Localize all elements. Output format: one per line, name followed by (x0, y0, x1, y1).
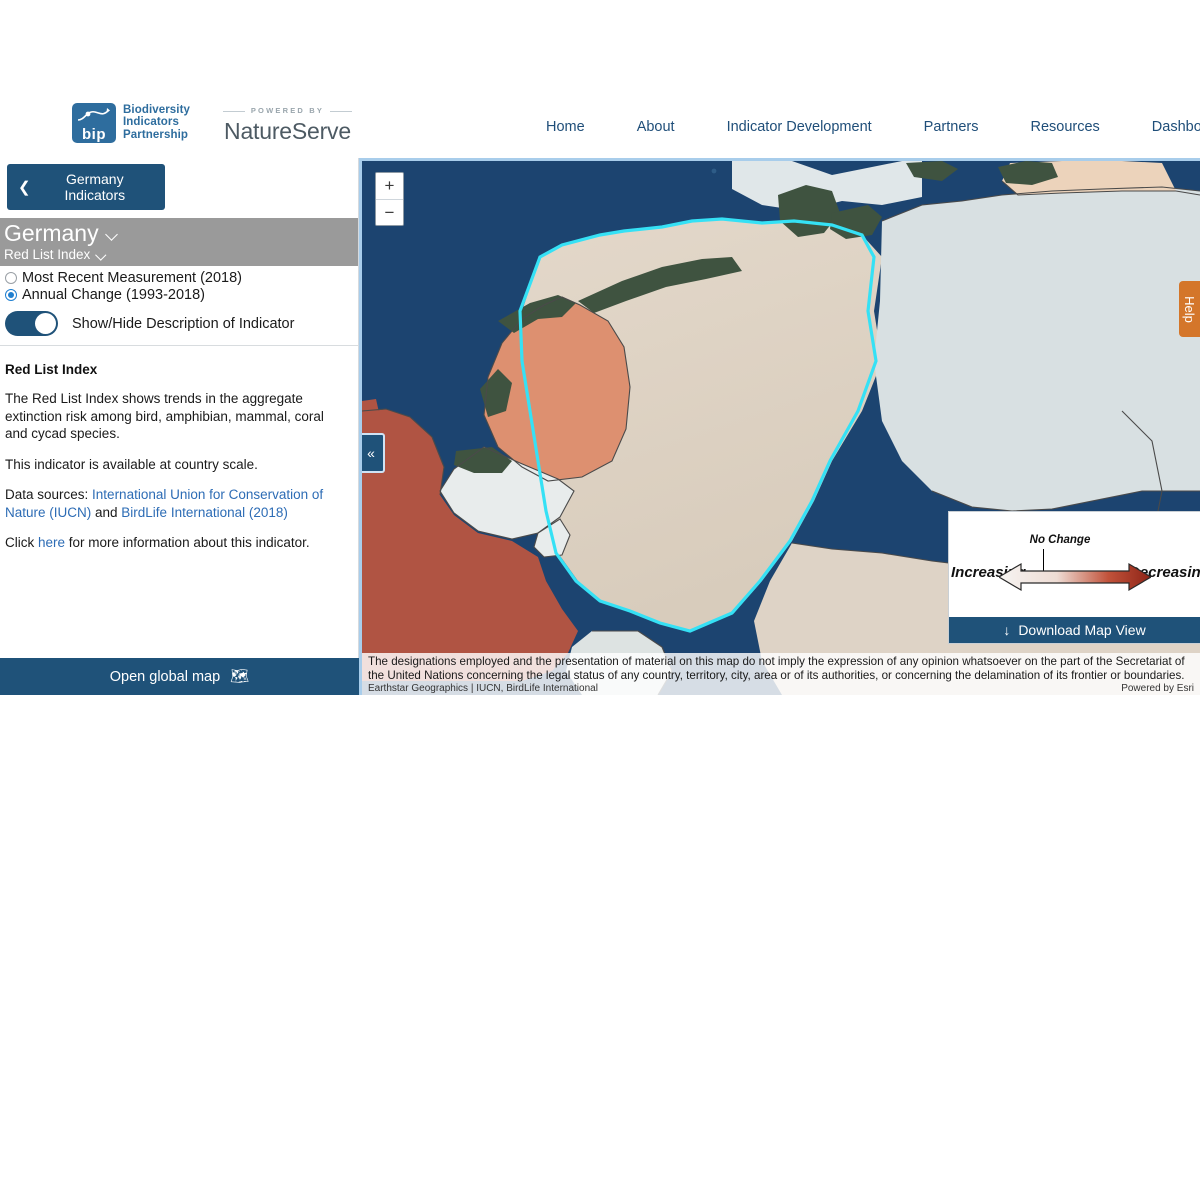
bip-line-1: Biodiversity (123, 103, 191, 116)
attribution-esri: Powered by Esri (1121, 683, 1194, 694)
back-to-indicators-button[interactable]: ❮ Germany Indicators (7, 164, 165, 210)
option-most-recent-measurement[interactable]: Most Recent Measurement (2018) (5, 270, 358, 286)
bip-swoosh-icon (77, 107, 110, 121)
download-map-view-button[interactable]: ↓ Download Map View (949, 617, 1200, 643)
bip-logo-icon: bip (72, 102, 116, 143)
map-attribution: Earthstar Geographics | IUCN, BirdLife I… (368, 683, 1194, 694)
link-birdlife[interactable]: BirdLife International (2018) (121, 505, 288, 520)
back-button-label: Germany Indicators (64, 171, 126, 203)
chevron-down-icon-small (96, 251, 107, 258)
indicator-selector[interactable]: Red List Index (4, 246, 358, 263)
bip-line-3: Partnership (123, 128, 189, 141)
site-header: bip Biodiversity Indicators Partnership … (0, 0, 1200, 158)
zoom-in-button[interactable]: + (376, 173, 403, 199)
legend-no-change-label: No Change (1029, 534, 1091, 546)
description-toggle-label: Show/Hide Description of Indicator (72, 315, 295, 332)
map-icon: 🗺 (230, 668, 250, 685)
map-disclaimer: The designations employed and the presen… (362, 653, 1200, 695)
map-speck-1 (711, 168, 717, 174)
country-selector[interactable]: Germany (4, 221, 358, 246)
open-global-map-button[interactable]: Open global map 🗺 (0, 658, 359, 695)
radio-annual-change[interactable] (5, 289, 17, 301)
option-annual-change[interactable]: Annual Change (1993-2018) (5, 287, 358, 303)
indicator-description: Red List Index The Red List Index shows … (0, 346, 358, 552)
zoom-controls[interactable]: + − (375, 172, 404, 226)
attribution-sources: Earthstar Geographics | IUCN, BirdLife I… (368, 683, 598, 694)
natureserve-logo: POWERED BY NatureServe (222, 100, 353, 145)
bip-line-2: Indicators (123, 116, 179, 129)
link-here[interactable]: here (38, 535, 65, 550)
nav-item-indicator-development[interactable]: Indicator Development (701, 119, 898, 135)
open-global-map-label: Open global map (109, 668, 221, 685)
legend-body: No Change Increasing Decreasing (949, 512, 1200, 617)
nav-item-resources[interactable]: Resources (1004, 119, 1125, 135)
help-tab-label: Help (1182, 295, 1197, 323)
help-tab-button[interactable]: Help (1179, 281, 1200, 337)
legend-gradient-arrow-icon (999, 562, 1151, 592)
description-more-info: Click here for more information about th… (5, 534, 346, 552)
description-paragraph-1: The Red List Index shows trends in the a… (5, 391, 324, 441)
chevron-down-icon (106, 230, 119, 238)
description-paragraph-2: This indicator is available at country s… (5, 456, 258, 472)
nav-item-dashboard[interactable]: Dashboard (1126, 119, 1200, 135)
powered-by-label: POWERED BY (222, 106, 353, 115)
description-toggle-switch[interactable] (5, 311, 58, 336)
chevron-left-icon: ❮ (18, 178, 31, 196)
description-title: Red List Index (5, 362, 98, 377)
disclaimer-text: The designations employed and the presen… (368, 655, 1185, 682)
indicator-label: Red List Index (4, 247, 91, 262)
description-data-sources: Data sources: International Union for Co… (5, 486, 346, 521)
selection-band: Germany Red List Index (0, 218, 358, 266)
option-label-most-recent: Most Recent Measurement (2018) (22, 270, 243, 286)
main-navigation: Home About Indicator Development Partner… (520, 119, 1200, 135)
sidebar-panel: ❮ Germany Indicators Germany Red List In… (0, 158, 359, 695)
country-poland[interactable] (874, 187, 1200, 511)
map-legend: No Change Increasing Decreasing (948, 511, 1200, 644)
app-page: bip Biodiversity Indicators Partnership … (0, 0, 1200, 1200)
download-map-view-label: Download Map View (1018, 622, 1146, 638)
download-icon: ↓ (1003, 622, 1011, 638)
collapse-sidebar-button[interactable]: « (362, 433, 385, 473)
radio-most-recent[interactable] (5, 272, 17, 284)
toggle-knob (35, 313, 56, 334)
click-suffix: for more information about this indicato… (65, 535, 310, 550)
zoom-out-button[interactable]: − (376, 199, 403, 225)
data-sources-prefix: Data sources: (5, 487, 93, 502)
nav-item-about[interactable]: About (611, 119, 701, 135)
country-label: Germany (4, 220, 99, 246)
bip-logo-text: Biodiversity Indicators Partnership (123, 104, 190, 142)
bip-wordmark: bip (82, 125, 106, 143)
map-viewport[interactable]: + − « Help No Change Increasing Decreasi… (359, 158, 1200, 695)
brand-area: bip Biodiversity Indicators Partnership … (72, 100, 353, 145)
measurement-options: Most Recent Measurement (2018) Annual Ch… (0, 266, 358, 303)
data-sources-joiner: and (91, 504, 122, 520)
bip-logo: bip Biodiversity Indicators Partnership (72, 102, 190, 143)
option-label-annual-change: Annual Change (1993-2018) (22, 287, 205, 303)
natureserve-name: NatureServe (224, 118, 351, 144)
description-toggle-row[interactable]: Show/Hide Description of Indicator (0, 304, 358, 346)
nav-item-partners[interactable]: Partners (898, 119, 1005, 135)
nav-item-home[interactable]: Home (520, 119, 611, 135)
click-prefix: Click (5, 535, 38, 550)
